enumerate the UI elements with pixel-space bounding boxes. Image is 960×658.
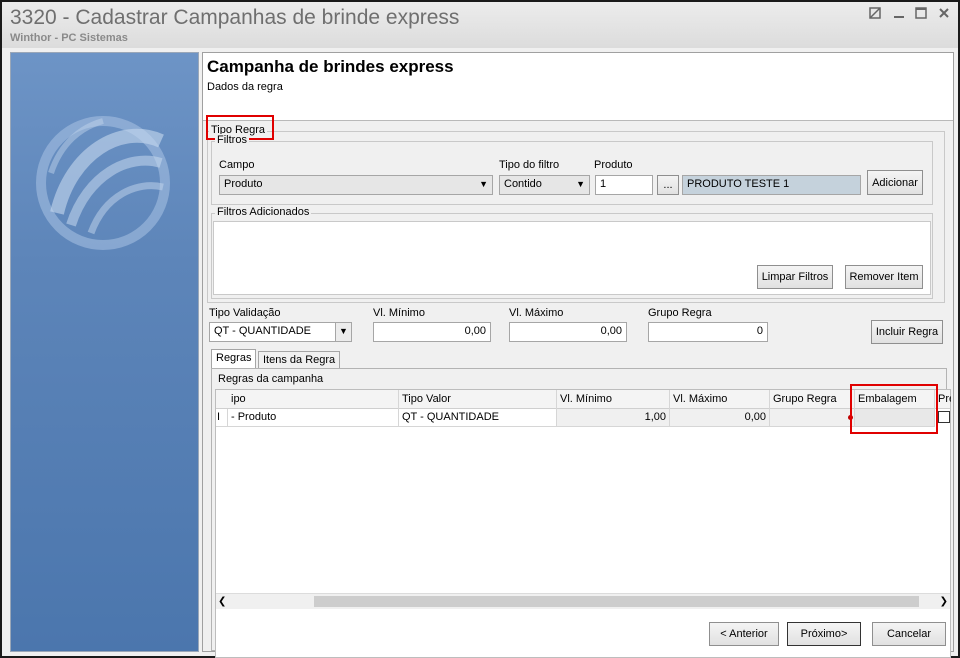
horizontal-scrollbar[interactable]: ❮ ❯ [216, 593, 950, 609]
tipo-filtro-select[interactable]: Contido ▼ [499, 175, 590, 195]
form-body: Tipo Regra Filtros Campo Produto ▼ Tipo … [203, 115, 953, 658]
cell-grupo-regra[interactable] [770, 409, 855, 427]
cell-vl-maximo[interactable]: 0,00 [670, 409, 770, 427]
regras-grid[interactable]: ipo Tipo Valor Vl. Mínimo Vl. Máximo Gru… [215, 389, 951, 658]
restore-icon[interactable] [868, 6, 886, 24]
close-icon[interactable] [937, 6, 955, 24]
col-vl-minimo[interactable]: Vl. Mínimo [557, 390, 670, 409]
window-subtitle: Winthor - PC Sistemas [10, 32, 128, 44]
campo-select[interactable]: Produto ▼ [219, 175, 493, 195]
col-tipo[interactable]: ipo [228, 390, 399, 409]
col-grupo-regra[interactable]: Grupo Regra [770, 390, 855, 409]
tipo-filtro-label: Tipo do filtro [499, 159, 560, 171]
tipo-validacao-select[interactable]: QT - QUANTIDADE ▼ [209, 322, 352, 342]
main-content: Campanha de brindes express Dados da reg… [202, 52, 954, 658]
scrollbar-thumb[interactable] [314, 596, 919, 607]
tipo-validacao-value: QT - QUANTIDADE [214, 325, 311, 337]
scroll-left-icon[interactable]: ❮ [218, 596, 226, 607]
winthor-logo-icon [36, 116, 170, 250]
adicionar-button[interactable]: Adicionar [867, 170, 923, 195]
cell-tipo-valor[interactable]: QT - QUANTIDADE [399, 409, 557, 427]
cancelar-button[interactable]: Cancelar [872, 622, 946, 646]
window-title: 3320 - Cadastrar Campanhas de brinde exp… [10, 6, 460, 29]
cell-vl-minimo[interactable]: 1,00 [557, 409, 670, 427]
embalagem-highlight [850, 384, 938, 434]
filtros-adicionados-legend: Filtros Adicionados [215, 206, 312, 218]
tipo-validacao-label: Tipo Validação [209, 307, 281, 319]
grid-header: ipo Tipo Valor Vl. Mínimo Vl. Máximo Gru… [216, 390, 951, 409]
anterior-button[interactable]: < Anterior [709, 622, 779, 646]
filtros-legend: Filtros [215, 134, 249, 146]
chevron-down-icon: ▼ [479, 179, 488, 189]
produto-code-input[interactable]: 1 [595, 175, 653, 195]
vl-maximo-label: Vl. Máximo [509, 307, 564, 319]
vl-maximo-input[interactable]: 0,00 [509, 322, 627, 342]
filtros-group [211, 141, 933, 205]
grupo-regra-label: Grupo Regra [648, 307, 712, 319]
cell-tipo[interactable]: - Produto [228, 409, 399, 427]
grupo-regra-input[interactable]: 0 [648, 322, 768, 342]
app-window: 3320 - Cadastrar Campanhas de brinde exp… [0, 0, 960, 658]
chevron-down-icon: ▼ [335, 323, 351, 341]
title-bar: 3320 - Cadastrar Campanhas de brinde exp… [2, 2, 958, 48]
table-row[interactable]: I - Produto QT - QUANTIDADE 1,00 0,00 [216, 409, 950, 427]
col-vl-maximo[interactable]: Vl. Máximo [670, 390, 770, 409]
tipo-filtro-value: Contido [504, 178, 542, 190]
minimize-icon[interactable] [892, 6, 910, 24]
pre-checkbox[interactable] [938, 411, 950, 423]
tab-regras[interactable]: Regras [211, 349, 257, 369]
proximo-button[interactable]: Próximo> [787, 622, 861, 646]
vl-minimo-input[interactable]: 0,00 [373, 322, 491, 342]
row-indicator: I [216, 409, 228, 427]
page-subtitle: Dados da regra [207, 81, 283, 93]
sidebar-panel [10, 52, 199, 652]
scroll-right-icon[interactable]: ❯ [940, 596, 948, 607]
maximize-icon[interactable] [914, 6, 932, 24]
chevron-down-icon: ▼ [576, 179, 585, 189]
campo-label: Campo [219, 159, 255, 171]
page-title: Campanha de brindes express [207, 57, 454, 76]
tab-itens-da-regra[interactable]: Itens da Regra [258, 351, 341, 369]
col-tipo-valor[interactable]: Tipo Valor [399, 390, 557, 409]
produto-description: PRODUTO TESTE 1 [682, 175, 861, 195]
remover-item-button[interactable]: Remover Item [845, 265, 923, 289]
regras-campanha-label: Regras da campanha [218, 373, 324, 385]
incluir-regra-button[interactable]: Incluir Regra [871, 320, 943, 344]
campo-value: Produto [224, 178, 263, 190]
vl-minimo-label: Vl. Mínimo [373, 307, 425, 319]
produto-browse-button[interactable]: ... [657, 175, 679, 195]
limpar-filtros-button[interactable]: Limpar Filtros [757, 265, 833, 289]
produto-label: Produto [594, 159, 633, 171]
